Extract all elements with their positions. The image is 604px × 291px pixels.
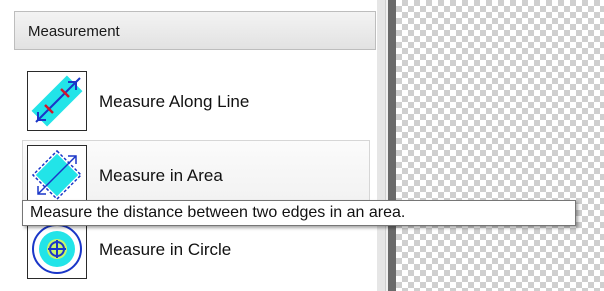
tool-label: Measure in Area <box>99 166 223 185</box>
tooltip: Measure the distance between two edges i… <box>22 200 576 226</box>
tooltip-text: Measure the distance between two edges i… <box>30 204 406 221</box>
tool-measure-along-line[interactable]: Measure Along Line <box>22 66 370 134</box>
measure-along-line-icon <box>27 71 87 131</box>
panel-header[interactable]: Measurement <box>14 11 376 50</box>
panel-border <box>388 0 396 291</box>
measure-in-circle-icon <box>27 219 87 279</box>
tool-label: Measure Along Line <box>99 92 250 111</box>
tool-label: Measure in Circle <box>99 240 232 259</box>
panel-title: Measurement <box>28 23 120 40</box>
measurement-panel: Measurement Measure Along Line Measure i… <box>0 0 384 291</box>
image-canvas[interactable] <box>396 0 604 291</box>
tool-measure-in-area[interactable]: Measure in Area <box>22 140 370 208</box>
panel-splitter[interactable] <box>377 0 386 291</box>
measure-in-area-icon <box>27 145 87 205</box>
